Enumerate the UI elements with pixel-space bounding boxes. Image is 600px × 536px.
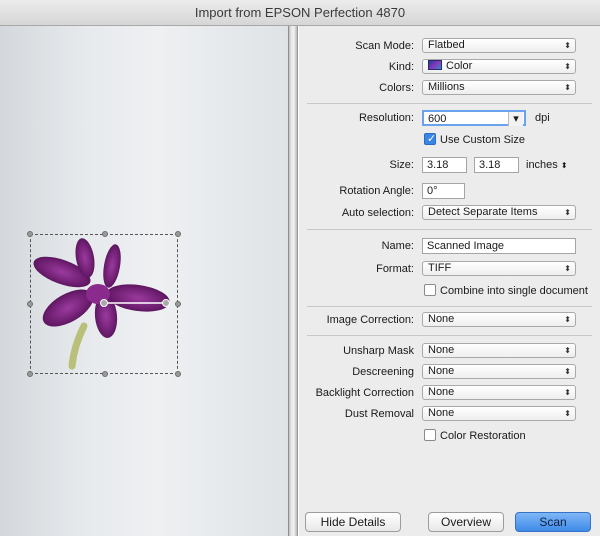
hide-details-button[interactable]: Hide Details <box>305 512 401 532</box>
popup-arrows-icon: ⬍ <box>564 388 571 397</box>
combine-row: Combine into single document <box>299 281 600 301</box>
dust-removal-popup[interactable]: None ⬍ <box>422 406 576 421</box>
rotation-angle-field[interactable]: 0° <box>422 183 465 199</box>
image-correction-popup[interactable]: None ⬍ <box>422 312 576 327</box>
checkmark-icon: ✓ <box>427 133 437 145</box>
combine-label: Combine into single document <box>440 285 588 297</box>
kind-popup[interactable]: Color ⬍ <box>422 59 576 74</box>
dust-removal-label: Dust Removal <box>344 408 414 420</box>
dust-removal-row: Dust Removal None ⬍ <box>299 404 600 424</box>
color-restoration-label: Color Restoration <box>440 430 526 442</box>
size-label: Size: <box>389 159 414 171</box>
popup-arrows-icon: ⬍ <box>564 315 571 324</box>
popup-arrows-icon: ⬍ <box>564 346 571 355</box>
selection-handle-top-right[interactable] <box>175 231 181 237</box>
selection-handle-middle-right[interactable] <box>175 301 181 307</box>
window-title-bar: Import from EPSON Perfection 4870 <box>0 0 600 26</box>
selection-handle-middle-left[interactable] <box>27 301 33 307</box>
separator <box>307 335 592 336</box>
colors-label: Colors: <box>379 82 414 94</box>
name-row: Name: Scanned Image <box>299 236 600 256</box>
format-label: Format: <box>376 263 414 275</box>
size-unit-popup[interactable]: inches ⬍ <box>526 155 568 176</box>
colors-popup[interactable]: Millions ⬍ <box>422 80 576 95</box>
scan-preview-area[interactable] <box>0 26 288 536</box>
popup-arrows-icon: ⬍ <box>564 409 571 418</box>
format-popup[interactable]: TIFF ⬍ <box>422 261 576 276</box>
image-correction-label: Image Correction: <box>326 314 414 326</box>
resolution-combo-box[interactable]: 600 ▾ <box>422 110 526 126</box>
popup-arrows-icon: ⬍ <box>564 83 571 92</box>
name-label: Name: <box>381 240 414 252</box>
auto-selection-popup[interactable]: Detect Separate Items ⬍ <box>422 205 576 220</box>
selection-rectangle[interactable] <box>27 231 181 377</box>
resolution-label: Resolution: <box>358 112 414 124</box>
selection-handle-bottom-middle[interactable] <box>102 371 108 377</box>
size-height-field[interactable]: 3.18 <box>474 157 519 173</box>
color-kind-icon <box>428 60 442 70</box>
resolution-unit: dpi <box>535 112 550 124</box>
popup-arrows-icon: ⬍ <box>564 41 571 50</box>
selection-handle-bottom-left[interactable] <box>27 371 33 377</box>
unsharp-mask-label: Unsharp Mask <box>343 345 414 357</box>
dropdown-arrow-icon[interactable]: ▾ <box>508 112 523 126</box>
scan-button[interactable]: Scan <box>515 512 591 532</box>
use-custom-size-checkbox[interactable]: ✓ <box>424 133 436 145</box>
kind-label: Kind: <box>388 61 414 73</box>
popup-arrows-icon: ⬍ <box>564 367 571 376</box>
use-custom-size-label: Use Custom Size <box>440 134 525 146</box>
scan-settings-panel: Scan Mode: Flatbed ⬍ Kind: Color ⬍ Color… <box>299 26 600 536</box>
auto-selection-label: Auto selection: <box>341 207 414 219</box>
backlight-correction-row: Backlight Correction None ⬍ <box>299 383 600 403</box>
scan-mode-label: Scan Mode: <box>355 40 414 52</box>
descreening-label: Descreening <box>352 366 414 378</box>
kind-row: Kind: Color ⬍ <box>299 57 600 77</box>
image-correction-row: Image Correction: None ⬍ <box>299 310 600 330</box>
rotation-row: Rotation Angle: 0° <box>299 181 600 201</box>
popup-arrows-icon: ⬍ <box>564 208 571 217</box>
separator <box>307 229 592 230</box>
unsharp-mask-popup[interactable]: None ⬍ <box>422 343 576 358</box>
selection-handle-bottom-right[interactable] <box>175 371 181 377</box>
panel-splitter[interactable] <box>288 26 298 536</box>
color-restoration-row: Color Restoration <box>299 426 600 446</box>
rotation-angle-label: Rotation Angle: <box>339 185 414 197</box>
selection-handle-top-left[interactable] <box>27 231 33 237</box>
descreening-popup[interactable]: None ⬍ <box>422 364 576 379</box>
size-width-field[interactable]: 3.18 <box>422 157 467 173</box>
separator <box>307 103 592 104</box>
window-title: Import from EPSON Perfection 4870 <box>194 5 406 20</box>
separator <box>307 306 592 307</box>
scan-mode-row: Scan Mode: Flatbed ⬍ <box>299 36 600 56</box>
colors-row: Colors: Millions ⬍ <box>299 78 600 98</box>
backlight-correction-label: Backlight Correction <box>315 387 414 399</box>
popup-arrows-icon: ⬍ <box>560 161 568 170</box>
selection-handle-top-middle[interactable] <box>102 231 108 237</box>
use-custom-size-row: ✓ Use Custom Size <box>299 130 600 150</box>
scan-mode-popup[interactable]: Flatbed ⬍ <box>422 38 576 53</box>
popup-arrows-icon: ⬍ <box>564 264 571 273</box>
unsharp-mask-row: Unsharp Mask None ⬍ <box>299 341 600 361</box>
combine-checkbox[interactable] <box>424 284 436 296</box>
overview-button[interactable]: Overview <box>428 512 504 532</box>
descreening-row: Descreening None ⬍ <box>299 362 600 382</box>
color-restoration-checkbox[interactable] <box>424 429 436 441</box>
size-row: Size: 3.18 3.18 inches ⬍ <box>299 155 600 175</box>
auto-selection-row: Auto selection: Detect Separate Items ⬍ <box>299 203 600 223</box>
resolution-row: Resolution: 600 ▾ dpi <box>299 108 600 128</box>
name-field[interactable]: Scanned Image <box>422 238 576 254</box>
popup-arrows-icon: ⬍ <box>564 62 571 71</box>
format-row: Format: TIFF ⬍ <box>299 259 600 279</box>
backlight-correction-popup[interactable]: None ⬍ <box>422 385 576 400</box>
